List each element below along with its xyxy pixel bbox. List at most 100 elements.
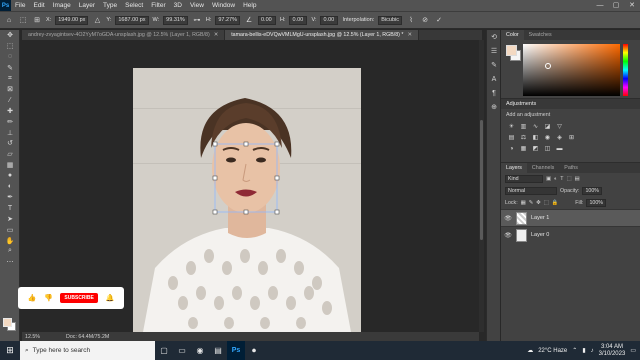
eraser-tool-icon[interactable]: ▱ xyxy=(0,149,20,160)
menu-edit[interactable]: Edit xyxy=(29,2,48,9)
crop-tool-icon[interactable]: ⌗ xyxy=(0,73,20,84)
close-tab-icon[interactable]: ✕ xyxy=(407,32,411,38)
paragraph-icon[interactable]: ¶ xyxy=(487,86,501,100)
task-view-icon[interactable]: ▢ xyxy=(155,341,173,360)
photo-filter-icon[interactable]: ◉ xyxy=(543,133,552,142)
menu-select[interactable]: Select xyxy=(121,2,147,9)
color-lookup-icon[interactable]: ⊞ xyxy=(567,133,576,142)
eyedropper-tool-icon[interactable]: ⁄ xyxy=(0,95,20,106)
rectangle-tool-icon[interactable]: ▭ xyxy=(0,224,20,235)
color-balance-icon[interactable]: ⚖ xyxy=(519,133,528,142)
hue-saturation-icon[interactable]: ▤ xyxy=(507,133,516,142)
close-tab-icon[interactable]: ✕ xyxy=(214,32,218,38)
black-white-icon[interactable]: ◧ xyxy=(531,133,540,142)
fill-field[interactable]: 100% xyxy=(586,199,607,207)
tab-color[interactable]: Color xyxy=(501,30,524,40)
healing-brush-tool-icon[interactable]: ✚ xyxy=(0,106,20,117)
glyphs-icon[interactable]: ⊕ xyxy=(487,100,501,114)
brush-tool-icon[interactable]: ✏ xyxy=(0,116,20,127)
more-tools-icon[interactable]: ⋯ xyxy=(0,257,20,268)
visibility-eye-icon[interactable]: 👁 xyxy=(504,232,512,239)
dodge-tool-icon[interactable]: ◐ xyxy=(0,181,20,192)
tray-chevron-icon[interactable]: ⌃ xyxy=(572,347,577,354)
maximize-button[interactable]: ▢ xyxy=(608,0,624,11)
file-explorer-icon[interactable]: ▭ xyxy=(173,341,191,360)
delta-icon[interactable]: △ xyxy=(92,15,102,25)
menu-type[interactable]: Type xyxy=(99,2,121,9)
menu-view[interactable]: View xyxy=(186,2,208,9)
commit-transform-icon[interactable]: ✓ xyxy=(434,15,444,25)
gradient-map-icon[interactable]: ▬ xyxy=(555,144,564,153)
threshold-icon[interactable]: ◩ xyxy=(531,144,540,153)
warp-icon[interactable]: ⌇ xyxy=(406,15,416,25)
properties-icon[interactable]: ☰ xyxy=(487,44,501,58)
notifications-icon[interactable]: ▭ xyxy=(630,347,636,354)
zoom-level[interactable]: 12.5% xyxy=(25,334,40,340)
adjustment-filter-icon[interactable]: ◐ xyxy=(554,176,557,182)
cancel-transform-icon[interactable]: ⊘ xyxy=(420,15,430,25)
like-icon[interactable]: 👍 xyxy=(28,294,37,302)
lock-image-icon[interactable]: ✎ xyxy=(529,200,533,206)
link-icon[interactable]: ⊶ xyxy=(192,15,202,25)
reference-point-icon[interactable]: ⊞ xyxy=(32,15,42,25)
pixel-filter-icon[interactable]: ▣ xyxy=(546,176,551,182)
brush-settings-icon[interactable]: ✎ xyxy=(487,58,501,72)
foreground-color-chip[interactable] xyxy=(506,45,517,56)
x-field[interactable]: 1949.00 px xyxy=(55,15,89,25)
subscribe-button[interactable]: SUBSCRIBE xyxy=(60,293,98,303)
lock-all-icon[interactable]: 🔒 xyxy=(552,200,559,206)
layer-name[interactable]: Layer 1 xyxy=(531,215,549,221)
photoshop-taskbar-icon[interactable]: Ps xyxy=(227,341,245,360)
height-field[interactable]: 97.27% xyxy=(215,15,240,25)
color-cursor[interactable] xyxy=(545,63,551,69)
portrait-photo[interactable] xyxy=(133,68,361,332)
interpolation-select[interactable]: Bicubic xyxy=(378,15,403,25)
opacity-field[interactable]: 100% xyxy=(582,187,602,195)
channel-mixer-icon[interactable]: ◈ xyxy=(555,133,564,142)
taskbar-search[interactable]: ⌕ Type here to search xyxy=(20,341,155,360)
lock-position-icon[interactable]: ✥ xyxy=(536,200,540,206)
character-icon[interactable]: A xyxy=(487,72,501,86)
y-field[interactable]: 1687.00 px xyxy=(115,15,149,25)
smart-filter-icon[interactable]: ▤ xyxy=(574,176,579,182)
filter-kind-select[interactable]: Kind xyxy=(505,175,543,183)
windows-start-icon[interactable]: ⊞ xyxy=(0,341,20,360)
h-skew-field[interactable]: 0.00 xyxy=(289,15,308,25)
quick-select-tool-icon[interactable]: ✎ xyxy=(0,62,20,73)
posterize-icon[interactable]: ▦ xyxy=(519,144,528,153)
vibrance-icon[interactable]: ▽ xyxy=(555,122,564,131)
tab-layers[interactable]: Layers xyxy=(501,163,527,173)
chrome-icon[interactable]: ◉ xyxy=(191,341,209,360)
layer-row[interactable]: 👁 Layer 0 xyxy=(501,226,640,243)
tab-swatches[interactable]: Swatches xyxy=(524,30,557,40)
blend-mode-select[interactable]: Normal xyxy=(505,187,557,195)
color-picker[interactable] xyxy=(501,40,640,98)
home-icon[interactable]: ⌂ xyxy=(4,15,14,25)
history-icon[interactable]: ⟲ xyxy=(487,30,501,44)
frame-tool-icon[interactable]: ⊠ xyxy=(0,84,20,95)
type-filter-icon[interactable]: T xyxy=(560,176,563,182)
lock-artboard-icon[interactable]: ⬚ xyxy=(544,200,549,206)
tab-document-2[interactable]: tamara-bellis-eDVQwVMLMgU-unsplash.jpg @… xyxy=(225,30,419,40)
lasso-tool-icon[interactable]: ◌ xyxy=(0,52,20,63)
angle-field[interactable]: 0.00 xyxy=(257,15,276,25)
marquee-tool-icon[interactable]: ⬚ xyxy=(0,41,20,52)
scrollbar-thumb[interactable] xyxy=(480,120,483,240)
weather-text[interactable]: 22°C Haze xyxy=(538,348,567,354)
exposure-icon[interactable]: ◪ xyxy=(543,122,552,131)
type-tool-icon[interactable]: T xyxy=(0,203,20,214)
brightness-contrast-icon[interactable]: ☀ xyxy=(507,122,516,131)
width-field[interactable]: 99.31% xyxy=(163,15,188,25)
move-tool-icon[interactable]: ✥ xyxy=(0,30,20,41)
dislike-icon[interactable]: 👎 xyxy=(44,294,53,302)
tab-paths[interactable]: Paths xyxy=(559,163,583,173)
menu-file[interactable]: File xyxy=(11,2,29,9)
v-skew-field[interactable]: 0.00 xyxy=(320,15,339,25)
network-icon[interactable]: ▮ xyxy=(582,347,585,354)
lock-transparent-icon[interactable]: ▦ xyxy=(521,200,526,206)
shape-filter-icon[interactable]: ⬚ xyxy=(566,176,571,182)
menu-layer[interactable]: Layer xyxy=(75,2,99,9)
close-button[interactable]: ✕ xyxy=(624,0,640,11)
clone-stamp-tool-icon[interactable]: ⊥ xyxy=(0,127,20,138)
blur-tool-icon[interactable]: ● xyxy=(0,170,20,181)
